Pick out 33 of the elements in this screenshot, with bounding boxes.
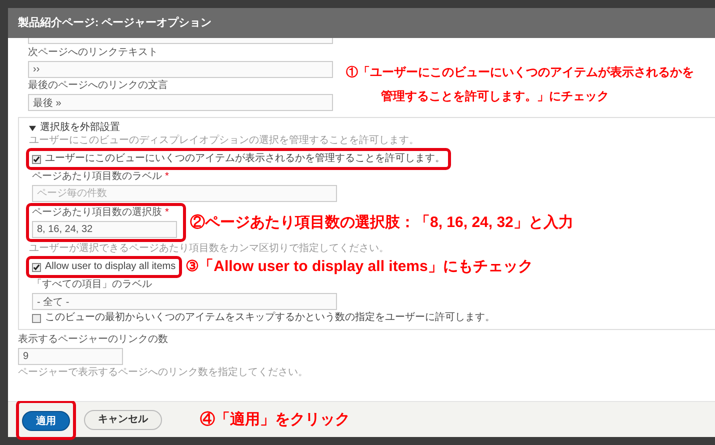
field-label: ページあたり項目数の選択肢 — [32, 207, 162, 219]
dialog-title: 製品紹介ページ: ページャーオプション — [18, 16, 212, 31]
checkbox-label[interactable]: Allow user to display all items — [45, 261, 176, 273]
fieldset-legend[interactable]: 選択肢を外部設置 — [40, 122, 120, 134]
field-label: 「すべての項目」のラベル — [32, 279, 153, 291]
text-input-field[interactable]: 最後 » — [28, 94, 333, 111]
description-text: ページャーで表示するページへのリンク数を指定してください。 — [18, 367, 309, 379]
disclosure-triangle-icon[interactable] — [29, 124, 36, 132]
required-mark: * — [165, 171, 169, 183]
instruction-text: ③「Allow user to display all items」にもチェック — [186, 258, 533, 276]
field-label: ページあたり項目数のラベル — [32, 171, 162, 183]
description-text: ユーザーが選択できるページあたり項目数をカンマ区切りで指定してください。 — [29, 243, 390, 255]
instruction-text: ①「ユーザーにこのビューにいくつのアイテムが表示されるかを 管理することを許可します。」にチェック — [346, 64, 694, 105]
instruction-text: ②ページあたり項目数の選択肢：「8, 16, 24, 32」と入力 — [190, 214, 574, 232]
checkbox-label[interactable]: このビューの最初からいくつのアイテムをスキップするかという数の指定をユーザーに許可します。 — [45, 312, 495, 324]
required-mark: * — [165, 207, 169, 219]
field-label: 最後のページへのリンクの文言 — [28, 80, 169, 92]
checkbox[interactable] — [32, 154, 41, 164]
field-label: 表示するページャーのリンクの数 — [18, 334, 169, 346]
checkbox-label[interactable]: ユーザーにこのビューにいくつのアイテムが表示されるかを管理することを許可します。 — [45, 153, 445, 165]
cancel-button[interactable]: キャンセル — [84, 410, 162, 430]
text-input-field[interactable]: 8, 16, 24, 32 — [32, 221, 177, 238]
checkbox[interactable] — [32, 314, 41, 322]
checkbox[interactable] — [32, 262, 41, 272]
instruction-text: ④「適用」をクリック — [200, 410, 350, 428]
text-input-field[interactable]: - 全て - — [32, 293, 337, 310]
description-text: ユーザーにこのビューのディスプレイオプションの選択を管理することを許可します。 — [29, 135, 420, 147]
field-label: 次ページへのリンクテキスト — [28, 47, 159, 59]
text-input-field[interactable]: 9 — [18, 348, 123, 365]
text-input-field[interactable] — [28, 38, 333, 44]
text-input-field[interactable]: ›› — [28, 61, 333, 78]
apply-button[interactable]: 適用 — [22, 411, 70, 431]
text-input-field[interactable]: ページ毎の件数 — [32, 185, 337, 202]
